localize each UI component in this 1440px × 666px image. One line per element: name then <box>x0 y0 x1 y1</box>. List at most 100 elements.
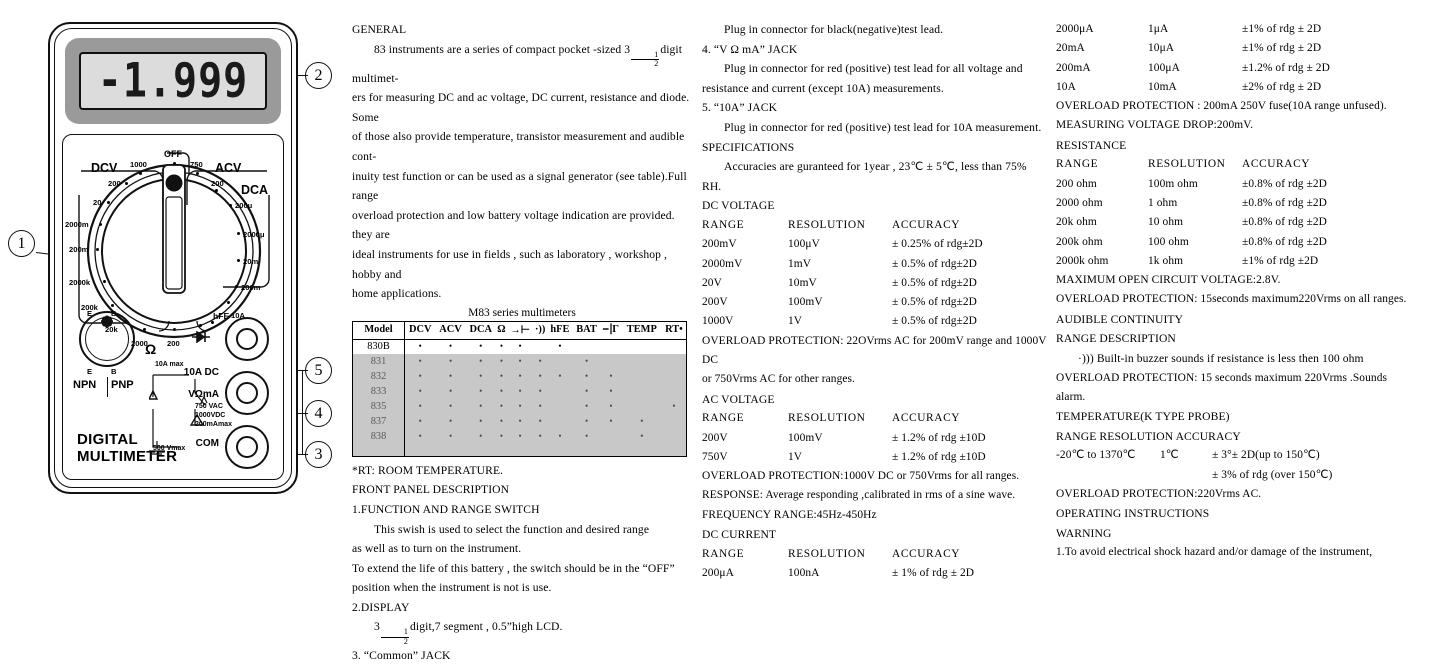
spec-accuracy: ±1% of rdg ±2D <box>1242 254 1319 267</box>
model-name-cell: 838 <box>352 429 405 445</box>
spec-range: 200mA <box>1056 61 1091 74</box>
feature-dot <box>507 429 533 444</box>
feature-dot <box>405 369 436 384</box>
general-line-3: of those also provide temperature, trans… <box>352 130 685 163</box>
spec-row: 1000V 1V ± 0.5% of rdg±2D <box>702 312 1050 331</box>
feature-empty <box>573 339 601 354</box>
temperature-row: -20℃ to 1370℃ 1℃ ± 3°± 2D(up to 150℃) <box>1056 446 1440 465</box>
col-header-dcv: DCV <box>404 321 436 340</box>
feature-dot <box>507 399 533 414</box>
acv-hdr-accuracy: ACCURACY <box>892 412 961 425</box>
dca-hdr-resolution: RESOLUTION <box>788 547 866 560</box>
item2-line-1: 3 1 2 digit,7 segment , 0.5”high LCD. <box>374 620 563 646</box>
spec-accuracy: ±1.2% of rdg ± 2D <box>1242 61 1330 74</box>
feature-empty <box>662 414 687 429</box>
acv-response: RESPONSE: Average responding ,calibrated… <box>702 489 1016 502</box>
dial-pos-dcv-2000m: 2000m <box>65 220 89 229</box>
warning-200ma-max: 200mAmax <box>195 421 232 428</box>
spec-row: 20V 10mV ± 0.5% of rdg±2D <box>702 274 1050 293</box>
item5-line-1: Plug in connector for red (positive) tes… <box>724 120 1042 134</box>
feature-dot <box>573 429 601 444</box>
col-header-bat: BAT <box>572 321 601 340</box>
model-name-cell: 832 <box>352 369 405 385</box>
dial-group-dcv: DCV <box>91 161 118 175</box>
warning-line-1: 1.To avoid electrical shock hazard and/o… <box>1056 546 1373 559</box>
feature-dot <box>507 354 533 369</box>
col-header-hfe: hFE <box>547 321 573 340</box>
dial-pos-dca-2000u: 2000μ <box>243 230 265 239</box>
feature-empty <box>533 339 547 354</box>
warning-750vac: 750 VAC <box>195 403 223 410</box>
dcv-header-row: RANGE RESOLUTION ACCURACY <box>702 216 1050 235</box>
resistance-heading: RESISTANCE <box>1056 138 1127 152</box>
col-header-model: Model <box>352 321 405 340</box>
npn-pnp-divider <box>107 377 109 397</box>
spec-accuracy: ±0.8% of rdg ±2D <box>1242 196 1327 209</box>
spec-accuracy: ± 1.2% of rdg ±10D <box>892 450 986 463</box>
table-row: 838 <box>352 429 687 445</box>
spec-accuracy: ± 0.5% of rdg±2D <box>892 315 977 328</box>
col-header-ohm: Ω <box>495 321 508 340</box>
res-hdr-resolution: RESOLUTION <box>1148 158 1226 171</box>
dcv-hdr-accuracy: ACCURACY <box>892 218 961 231</box>
spec-resolution: 100 ohm <box>1148 235 1189 248</box>
dial-pos-acv-750: 750 <box>190 160 203 169</box>
feature-dot <box>533 384 547 399</box>
feature-empty <box>662 384 687 399</box>
continuity-description: ·))) Built-in buzzer sounds if resistanc… <box>1078 351 1364 365</box>
col-header-dca: DCA <box>465 321 496 340</box>
dcv-hdr-resolution: RESOLUTION <box>788 218 866 231</box>
dial-group-dca: DCA <box>241 183 269 197</box>
callout-5: 5 <box>305 357 332 384</box>
res-hdr-accuracy: ACCURACY <box>1242 158 1311 171</box>
transistor-test-socket[interactable] <box>79 311 135 367</box>
feature-dot <box>435 399 465 414</box>
callout-2-label: 2 <box>305 62 332 89</box>
feature-dot <box>435 384 465 399</box>
feature-dot <box>496 399 507 414</box>
table-row: 831 <box>352 354 687 370</box>
spec-row: 200mV 100μV ± 0.25% of rdg±2D <box>702 235 1050 254</box>
col-header-squarewave-icon: ⎯⎥Γ <box>600 321 622 340</box>
resistance-spec-table: RANGE RESOLUTION ACCURACY 200 ohm 100m oh… <box>1056 155 1440 271</box>
feature-dot <box>435 369 465 384</box>
feature-dot <box>496 369 507 384</box>
spec-accuracy: ±1% of rdg ± 2D <box>1242 42 1322 55</box>
feature-dot <box>435 429 465 444</box>
feature-dot <box>496 429 507 444</box>
dial-pos-dca-200m: 200m <box>241 283 261 292</box>
feature-dot <box>533 369 547 384</box>
feature-dot <box>466 369 496 384</box>
model-table-head: Model DCV ACV DCA Ω →⊢ ·)) hFE BAT ⎯⎥Γ T… <box>352 321 687 340</box>
spec-range: 200μA <box>702 566 734 579</box>
warning-500vmax: 500 Vmax <box>153 445 186 452</box>
model-name-cell: 833 <box>352 384 405 400</box>
feature-empty <box>600 429 621 444</box>
dc-voltage-spec-table: RANGE RESOLUTION ACCURACY 200mV 100μV ± 0.… <box>702 216 1050 332</box>
item1-line-3: To extend the life of this battery , the… <box>352 561 675 575</box>
feature-dot <box>547 369 573 384</box>
spec-resolution: 10μA <box>1148 42 1175 55</box>
item4-line-2: resistance and current (except 10A) meas… <box>702 81 944 95</box>
feature-dot <box>573 399 601 414</box>
spec-resolution: 1k ohm <box>1148 254 1184 267</box>
dcv-hdr-range: RANGE <box>702 218 745 231</box>
feature-dot <box>435 414 465 429</box>
resistance-overload: OVERLOAD PROTECTION: 15seconds maximum22… <box>1056 293 1407 306</box>
col-header-rt: RT• <box>661 321 687 340</box>
temp-resolution: 1℃ <box>1160 449 1179 462</box>
dca-hdr-range: RANGE <box>702 547 745 560</box>
spec-resolution: 100mV <box>788 431 823 444</box>
feature-dot <box>405 354 436 369</box>
item5-heading: 5. “10A” JACK <box>702 101 778 115</box>
spec-resolution: 100mV <box>788 296 823 309</box>
feature-dot <box>622 414 662 429</box>
jack-hfe-top[interactable] <box>225 317 269 361</box>
feature-empty <box>547 414 573 429</box>
feature-empty <box>600 354 621 369</box>
model-name-cell: 831 <box>352 354 405 370</box>
col-header-buzzer-icon: ·)) <box>533 321 548 340</box>
acv-frequency-range: FREQUENCY RANGE:45Hz-450Hz <box>702 508 877 521</box>
dial-pos-dcv-20: 20 <box>93 198 102 207</box>
feature-empty <box>600 339 621 354</box>
